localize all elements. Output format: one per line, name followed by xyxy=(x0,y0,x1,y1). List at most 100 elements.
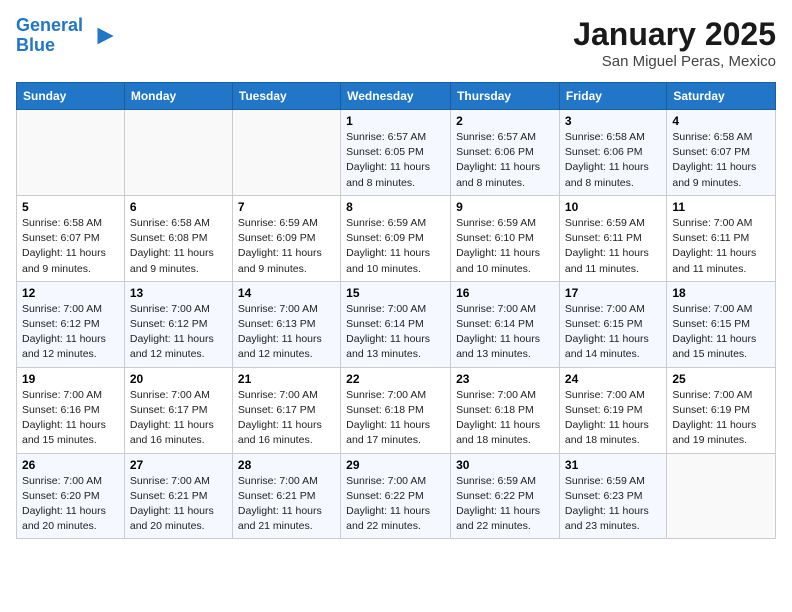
calendar-cell: 8 Sunrise: 6:59 AM Sunset: 6:09 PM Daylig… xyxy=(341,195,451,281)
weekday-header-tuesday: Tuesday xyxy=(232,83,340,110)
day-number: 3 xyxy=(565,114,661,128)
day-number: 14 xyxy=(238,286,335,300)
day-info: Sunrise: 7:00 AM Sunset: 6:17 PM Dayligh… xyxy=(238,388,335,449)
calendar-cell: 25 Sunrise: 7:00 AM Sunset: 6:19 PM Dayli… xyxy=(667,367,776,453)
day-info: Sunrise: 7:00 AM Sunset: 6:19 PM Dayligh… xyxy=(565,388,661,449)
calendar-cell: 15 Sunrise: 7:00 AM Sunset: 6:14 PM Dayli… xyxy=(341,281,451,367)
day-info: Sunrise: 7:00 AM Sunset: 6:18 PM Dayligh… xyxy=(456,388,554,449)
day-number: 20 xyxy=(130,372,227,386)
day-number: 2 xyxy=(456,114,554,128)
calendar-cell: 22 Sunrise: 7:00 AM Sunset: 6:18 PM Dayli… xyxy=(341,367,451,453)
calendar-cell xyxy=(17,110,125,196)
day-number: 28 xyxy=(238,458,335,472)
day-info: Sunrise: 6:58 AM Sunset: 6:08 PM Dayligh… xyxy=(130,216,227,277)
calendar-cell: 27Sunrise: 7:00 AM Sunset: 6:21 PM Dayli… xyxy=(124,453,232,539)
calendar-cell: 31 Sunrise: 6:59 AM Sunset: 6:23 PM Dayli… xyxy=(559,453,666,539)
day-number: 22 xyxy=(346,372,445,386)
day-info: Sunrise: 7:00 AM Sunset: 6:15 PM Dayligh… xyxy=(565,302,661,363)
day-info: Sunrise: 7:00 AM Sunset: 6:12 PM Dayligh… xyxy=(22,302,119,363)
day-number: 30 xyxy=(456,458,554,472)
day-number: 9 xyxy=(456,200,554,214)
calendar-cell: 1 Sunrise: 6:57 AM Sunset: 6:05 PM Daylig… xyxy=(341,110,451,196)
day-info: Sunrise: 6:59 AM Sunset: 6:23 PM Dayligh… xyxy=(565,474,661,535)
calendar-week-row: 26Sunrise: 7:00 AM Sunset: 6:20 PM Dayli… xyxy=(17,453,776,539)
weekday-header-row: SundayMondayTuesdayWednesdayThursdayFrid… xyxy=(17,83,776,110)
day-info: Sunrise: 7:00 AM Sunset: 6:13 PM Dayligh… xyxy=(238,302,335,363)
calendar-week-row: 19Sunrise: 7:00 AM Sunset: 6:16 PM Dayli… xyxy=(17,367,776,453)
day-info: Sunrise: 7:00 AM Sunset: 6:14 PM Dayligh… xyxy=(346,302,445,363)
location-subtitle: San Miguel Peras, Mexico xyxy=(573,53,776,70)
day-info: Sunrise: 6:57 AM Sunset: 6:05 PM Dayligh… xyxy=(346,130,445,191)
calendar-cell: 19Sunrise: 7:00 AM Sunset: 6:16 PM Dayli… xyxy=(17,367,125,453)
day-number: 7 xyxy=(238,200,335,214)
day-info: Sunrise: 6:58 AM Sunset: 6:07 PM Dayligh… xyxy=(22,216,119,277)
calendar-cell: 23 Sunrise: 7:00 AM Sunset: 6:18 PM Dayli… xyxy=(451,367,560,453)
calendar-cell: 18 Sunrise: 7:00 AM Sunset: 6:15 PM Dayli… xyxy=(667,281,776,367)
calendar-cell: 5Sunrise: 6:58 AM Sunset: 6:07 PM Daylig… xyxy=(17,195,125,281)
calendar-cell: 14 Sunrise: 7:00 AM Sunset: 6:13 PM Dayli… xyxy=(232,281,340,367)
weekday-header-friday: Friday xyxy=(559,83,666,110)
day-info: Sunrise: 7:00 AM Sunset: 6:12 PM Dayligh… xyxy=(130,302,227,363)
day-info: Sunrise: 7:00 AM Sunset: 6:18 PM Dayligh… xyxy=(346,388,445,449)
day-number: 6 xyxy=(130,200,227,214)
calendar-cell: 20 Sunrise: 7:00 AM Sunset: 6:17 PM Dayli… xyxy=(124,367,232,453)
day-number: 4 xyxy=(672,114,770,128)
day-number: 12 xyxy=(22,286,119,300)
day-number: 8 xyxy=(346,200,445,214)
day-number: 23 xyxy=(456,372,554,386)
day-number: 29 xyxy=(346,458,445,472)
calendar-cell: 9 Sunrise: 6:59 AM Sunset: 6:10 PM Daylig… xyxy=(451,195,560,281)
calendar-cell: 29 Sunrise: 7:00 AM Sunset: 6:22 PM Dayli… xyxy=(341,453,451,539)
day-info: Sunrise: 6:57 AM Sunset: 6:06 PM Dayligh… xyxy=(456,130,554,191)
day-info: Sunrise: 7:00 AM Sunset: 6:21 PM Dayligh… xyxy=(238,474,335,535)
day-info: Sunrise: 7:00 AM Sunset: 6:17 PM Dayligh… xyxy=(130,388,227,449)
calendar-cell: 24Sunrise: 7:00 AM Sunset: 6:19 PM Dayli… xyxy=(559,367,666,453)
day-info: Sunrise: 7:00 AM Sunset: 6:19 PM Dayligh… xyxy=(672,388,770,449)
calendar-week-row: 1 Sunrise: 6:57 AM Sunset: 6:05 PM Daylig… xyxy=(17,110,776,196)
day-number: 21 xyxy=(238,372,335,386)
day-number: 18 xyxy=(672,286,770,300)
day-info: Sunrise: 6:58 AM Sunset: 6:06 PM Dayligh… xyxy=(565,130,661,191)
calendar-cell: 30 Sunrise: 6:59 AM Sunset: 6:22 PM Dayli… xyxy=(451,453,560,539)
day-number: 1 xyxy=(346,114,445,128)
day-number: 25 xyxy=(672,372,770,386)
day-info: Sunrise: 6:59 AM Sunset: 6:09 PM Dayligh… xyxy=(238,216,335,277)
calendar-week-row: 12 Sunrise: 7:00 AM Sunset: 6:12 PM Dayli… xyxy=(17,281,776,367)
day-info: Sunrise: 7:00 AM Sunset: 6:11 PM Dayligh… xyxy=(672,216,770,277)
calendar-cell: 10Sunrise: 6:59 AM Sunset: 6:11 PM Dayli… xyxy=(559,195,666,281)
calendar-cell: 11Sunrise: 7:00 AM Sunset: 6:11 PM Dayli… xyxy=(667,195,776,281)
day-info: Sunrise: 7:00 AM Sunset: 6:16 PM Dayligh… xyxy=(22,388,119,449)
logo: GeneralBlue xyxy=(16,16,115,56)
day-info: Sunrise: 7:00 AM Sunset: 6:14 PM Dayligh… xyxy=(456,302,554,363)
calendar-cell xyxy=(124,110,232,196)
page-header: GeneralBlue January 2025 San Miguel Pera… xyxy=(16,16,776,70)
calendar-week-row: 5Sunrise: 6:58 AM Sunset: 6:07 PM Daylig… xyxy=(17,195,776,281)
weekday-header-saturday: Saturday xyxy=(667,83,776,110)
day-number: 26 xyxy=(22,458,119,472)
day-info: Sunrise: 7:00 AM Sunset: 6:15 PM Dayligh… xyxy=(672,302,770,363)
day-number: 10 xyxy=(565,200,661,214)
day-info: Sunrise: 6:59 AM Sunset: 6:10 PM Dayligh… xyxy=(456,216,554,277)
calendar-cell: 7 Sunrise: 6:59 AM Sunset: 6:09 PM Daylig… xyxy=(232,195,340,281)
month-year-title: January 2025 xyxy=(573,16,776,53)
weekday-header-sunday: Sunday xyxy=(17,83,125,110)
day-number: 27 xyxy=(130,458,227,472)
calendar-cell: 12 Sunrise: 7:00 AM Sunset: 6:12 PM Dayli… xyxy=(17,281,125,367)
calendar-cell: 2 Sunrise: 6:57 AM Sunset: 6:06 PM Daylig… xyxy=(451,110,560,196)
logo-text: GeneralBlue xyxy=(16,16,83,56)
calendar-cell: 26Sunrise: 7:00 AM Sunset: 6:20 PM Dayli… xyxy=(17,453,125,539)
day-info: Sunrise: 7:00 AM Sunset: 6:22 PM Dayligh… xyxy=(346,474,445,535)
calendar-cell: 13Sunrise: 7:00 AM Sunset: 6:12 PM Dayli… xyxy=(124,281,232,367)
calendar-cell: 16 Sunrise: 7:00 AM Sunset: 6:14 PM Dayli… xyxy=(451,281,560,367)
day-info: Sunrise: 6:59 AM Sunset: 6:09 PM Dayligh… xyxy=(346,216,445,277)
day-number: 15 xyxy=(346,286,445,300)
weekday-header-wednesday: Wednesday xyxy=(341,83,451,110)
day-number: 31 xyxy=(565,458,661,472)
calendar-cell xyxy=(667,453,776,539)
logo-icon xyxy=(87,22,115,50)
calendar-cell: 28 Sunrise: 7:00 AM Sunset: 6:21 PM Dayli… xyxy=(232,453,340,539)
day-number: 16 xyxy=(456,286,554,300)
title-block: January 2025 San Miguel Peras, Mexico xyxy=(573,16,776,70)
day-info: Sunrise: 6:59 AM Sunset: 6:22 PM Dayligh… xyxy=(456,474,554,535)
calendar-table: SundayMondayTuesdayWednesdayThursdayFrid… xyxy=(16,82,776,539)
